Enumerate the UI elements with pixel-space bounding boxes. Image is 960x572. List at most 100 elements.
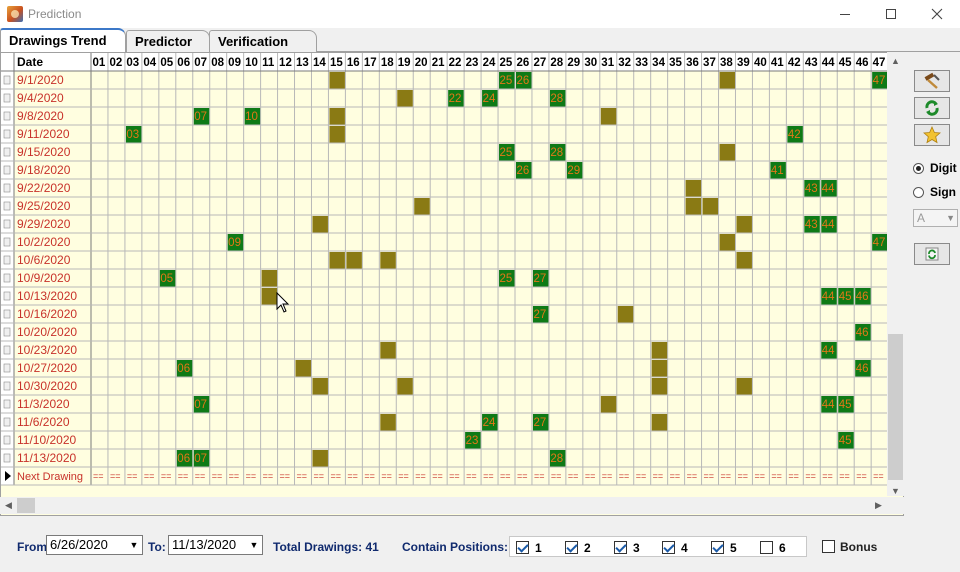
- horizontal-scroll-thumb[interactable]: [17, 498, 35, 513]
- from-date-picker[interactable]: 6/26/2020 ▼: [46, 535, 143, 555]
- hit-cell[interactable]: [261, 270, 278, 287]
- to-date-picker[interactable]: 11/13/2020 ▼: [168, 535, 263, 555]
- hit-cell[interactable]: [651, 360, 668, 377]
- tools-button[interactable]: [914, 70, 950, 92]
- column-header-40[interactable]: 40: [754, 57, 767, 69]
- tab-drawings-trend[interactable]: Drawings Trend: [0, 28, 126, 52]
- hit-cell[interactable]: [312, 216, 328, 233]
- column-header-43[interactable]: 43: [805, 57, 818, 69]
- row-selector[interactable]: [3, 291, 11, 301]
- column-header-02[interactable]: 02: [109, 57, 122, 69]
- row-selector[interactable]: [3, 417, 11, 427]
- maximize-button[interactable]: [868, 0, 914, 28]
- hit-cell[interactable]: [329, 72, 345, 89]
- column-header-26[interactable]: 26: [517, 57, 530, 69]
- scroll-right-icon[interactable]: ▶: [870, 497, 887, 514]
- hit-cell[interactable]: [685, 180, 702, 197]
- calendar-dropdown-icon[interactable]: ▼: [126, 536, 142, 554]
- column-header-31[interactable]: 31: [601, 57, 614, 69]
- row-selector[interactable]: [3, 273, 11, 283]
- radio-digit[interactable]: Digit: [913, 161, 957, 175]
- hit-cell[interactable]: [397, 90, 413, 107]
- hit-cell[interactable]: [329, 126, 345, 143]
- column-header-37[interactable]: 37: [703, 57, 716, 69]
- row-selector[interactable]: [3, 255, 11, 265]
- hit-cell[interactable]: [329, 108, 345, 125]
- column-header-19[interactable]: 19: [398, 57, 411, 69]
- hit-cell[interactable]: [312, 378, 328, 395]
- date-column-header[interactable]: Date: [17, 55, 43, 69]
- tab-verification[interactable]: Verification: [209, 30, 317, 52]
- position-2-checkbox[interactable]: [565, 541, 578, 554]
- column-header-18[interactable]: 18: [381, 57, 394, 69]
- position-1-checkbox[interactable]: [516, 541, 529, 554]
- column-header-27[interactable]: 27: [533, 57, 546, 69]
- position-3-checkbox[interactable]: [614, 541, 627, 554]
- row-selector[interactable]: [3, 147, 11, 157]
- column-header-01[interactable]: 01: [93, 57, 106, 69]
- column-header-34[interactable]: 34: [652, 57, 665, 69]
- bonus-checkbox[interactable]: [822, 540, 835, 553]
- column-header-21[interactable]: 21: [432, 57, 445, 69]
- sign-select[interactable]: A ▼: [913, 209, 958, 227]
- column-header-38[interactable]: 38: [720, 57, 733, 69]
- row-selector[interactable]: [3, 453, 11, 463]
- column-header-45[interactable]: 45: [839, 57, 852, 69]
- hit-cell[interactable]: [295, 360, 311, 377]
- row-selector[interactable]: [3, 165, 11, 175]
- hit-cell[interactable]: [346, 252, 362, 269]
- hit-cell[interactable]: [312, 450, 328, 467]
- minimize-button[interactable]: [822, 0, 868, 28]
- hit-cell[interactable]: [736, 216, 752, 233]
- column-header-17[interactable]: 17: [364, 57, 377, 69]
- column-header-36[interactable]: 36: [686, 57, 699, 69]
- hit-cell[interactable]: [600, 108, 617, 125]
- column-header-13[interactable]: 13: [296, 57, 309, 69]
- hit-cell[interactable]: [617, 306, 634, 323]
- position-6-checkbox[interactable]: [760, 541, 773, 554]
- row-selector[interactable]: [3, 327, 11, 337]
- column-header-29[interactable]: 29: [567, 57, 580, 69]
- hit-cell[interactable]: [600, 396, 617, 413]
- row-selector[interactable]: [3, 219, 11, 229]
- vertical-scrollbar[interactable]: ▲ ▼: [887, 52, 904, 496]
- hit-cell[interactable]: [736, 252, 752, 269]
- column-header-05[interactable]: 05: [160, 57, 173, 69]
- column-header-09[interactable]: 09: [228, 57, 241, 69]
- row-selector[interactable]: [3, 75, 11, 85]
- column-header-32[interactable]: 32: [618, 57, 631, 69]
- hit-cell[interactable]: [719, 72, 735, 89]
- tab-predictor[interactable]: Predictor: [126, 30, 210, 52]
- row-selector[interactable]: [3, 93, 11, 103]
- column-header-25[interactable]: 25: [500, 57, 513, 69]
- hit-cell[interactable]: [329, 252, 345, 269]
- column-header-15[interactable]: 15: [330, 57, 343, 69]
- hit-cell[interactable]: [736, 378, 752, 395]
- scroll-up-icon[interactable]: ▲: [887, 52, 904, 69]
- row-selector[interactable]: [3, 345, 11, 355]
- row-selector[interactable]: [3, 309, 11, 319]
- column-header-44[interactable]: 44: [822, 57, 835, 69]
- hit-cell[interactable]: [414, 198, 430, 215]
- favorite-button[interactable]: [914, 124, 950, 146]
- hit-cell[interactable]: [719, 144, 735, 161]
- column-header-28[interactable]: 28: [550, 57, 563, 69]
- radio-sign[interactable]: Sign: [913, 185, 956, 199]
- column-header-07[interactable]: 07: [194, 57, 207, 69]
- column-header-23[interactable]: 23: [466, 57, 479, 69]
- column-header-41[interactable]: 41: [771, 57, 784, 69]
- column-header-04[interactable]: 04: [143, 57, 156, 69]
- hit-cell[interactable]: [685, 198, 702, 215]
- scroll-left-icon[interactable]: ◀: [0, 497, 17, 514]
- refresh-button[interactable]: [914, 243, 950, 265]
- column-header-10[interactable]: 10: [245, 57, 258, 69]
- row-selector[interactable]: [3, 363, 11, 373]
- hit-cell[interactable]: [651, 378, 668, 395]
- position-4-checkbox[interactable]: [662, 541, 675, 554]
- column-header-06[interactable]: 06: [177, 57, 190, 69]
- column-header-46[interactable]: 46: [856, 57, 869, 69]
- hit-cell[interactable]: [261, 288, 278, 305]
- hit-cell[interactable]: [702, 198, 719, 215]
- radio-digit-circle[interactable]: [913, 162, 924, 174]
- column-header-30[interactable]: 30: [584, 57, 597, 69]
